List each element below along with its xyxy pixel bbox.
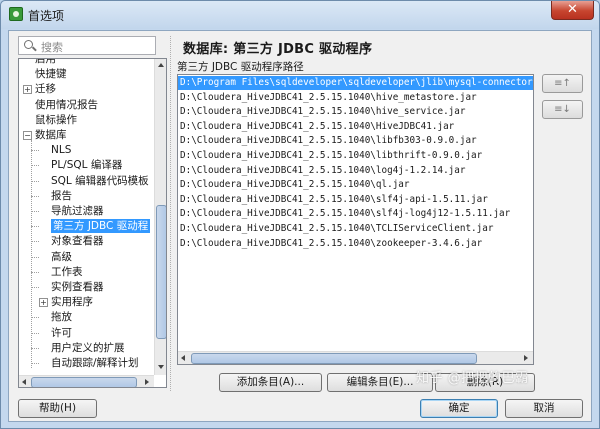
tree-item[interactable]: 使用情况报告 [35,98,98,112]
driver-path-item[interactable]: D:\Cloudera_HiveJDBC41_2.5.15.1040\log4j… [180,164,465,178]
tree-item[interactable]: 报告 [51,189,72,203]
driver-path-item[interactable]: D:\Cloudera_HiveJDBC41_2.5.15.1040\slf4j… [180,193,488,207]
watermark-text: 知乎 @把把的巴霸 [416,371,529,386]
preferences-tree[interactable]: 启用 快捷键 + 迁移 使用情况报告 鼠标操作 − 数据库 NLS PL/SQL 编译器 SQL 编… [18,58,167,388]
pane-splitter[interactable] [170,36,171,391]
driver-path-list[interactable]: D:\Program Files\sqldeveloper\sqldevelop… [177,74,534,365]
tree-connector [31,226,39,228]
driver-path-item[interactable]: D:\Cloudera_HiveJDBC41_2.5.15.1040\libfb… [180,134,477,148]
tree-item[interactable]: 拖放 [51,310,72,324]
tree-item[interactable]: 数据库 [35,128,67,142]
tree-item[interactable]: 鼠标操作 [35,113,77,127]
window-title: 首选项 [28,9,65,23]
tree-connector [31,256,39,258]
title-bar[interactable]: 首选项 ✕ [1,1,599,29]
driver-path-item[interactable]: D:\Cloudera_HiveJDBC41_2.5.15.1040\ql.ja… [180,178,410,192]
search-icon [24,40,33,49]
tree-connector [31,195,39,197]
preferences-dialog: 首选项 ✕ 搜索 启用 快捷键 + 迁移 使用情况报告 鼠标操作 − 数据库 NLS PL/SQL… [0,0,600,429]
scroll-left-icon[interactable] [22,379,26,385]
tree-item[interactable]: 高级 [51,250,72,264]
scroll-left-icon[interactable] [181,355,185,361]
dialog-body: 搜索 启用 快捷键 + 迁移 使用情况报告 鼠标操作 − 数据库 NLS PL/SQL 编译器 SQ… [8,30,592,422]
driver-path-item[interactable]: D:\Cloudera_HiveJDBC41_2.5.15.1040\libth… [180,149,482,163]
cancel-button[interactable]: 取消 [505,399,583,418]
tree-scroll-thumb[interactable] [156,205,166,339]
driver-path-item[interactable]: D:\Cloudera_HiveJDBC41_2.5.15.1040\hive_… [180,105,465,119]
list-horizontal-scrollbar[interactable] [178,351,533,364]
tree-item[interactable]: 工作表 [51,265,83,279]
tree-item[interactable]: 第三方 JDBC 驱动程 [51,219,151,234]
scroll-right-icon[interactable] [145,379,149,385]
tree-expander-icon[interactable]: + [23,85,32,95]
scroll-right-icon[interactable] [524,355,528,361]
tree-connector [31,150,39,152]
tree-item[interactable]: SQL 编辑器代码模板 [51,174,149,188]
close-button[interactable]: ✕ [551,1,594,20]
ok-button[interactable]: 确定 [420,399,498,418]
page-title: 数据库: 第三方 JDBC 驱动程序 [183,42,373,57]
tree-connector [31,271,39,273]
app-icon [9,7,23,21]
tree-horizontal-scrollbar[interactable] [19,375,154,387]
move-up-button[interactable]: ≡↑ [542,74,583,93]
tree-connector [31,241,39,243]
search-placeholder: 搜索 [41,41,63,54]
add-entry-button[interactable]: 添加条目(A)... [219,373,322,392]
move-down-button[interactable]: ≡↓ [542,100,583,119]
driver-path-item[interactable]: D:\Cloudera_HiveJDBC41_2.5.15.1040\TCLIS… [180,222,493,236]
scroll-down-icon[interactable] [158,365,164,369]
tree-connector [31,165,39,167]
tree-item[interactable]: NLS [51,143,71,157]
tree-item[interactable]: 导航过滤器 [51,204,104,218]
driver-path-item[interactable]: D:\Program Files\sqldeveloper\sqldevelop… [178,76,533,90]
tree-item[interactable]: 实用程序 [51,295,93,309]
tree-connector [31,317,39,319]
search-input[interactable]: 搜索 [18,36,156,55]
driver-path-item[interactable]: D:\Cloudera_HiveJDBC41_2.5.15.1040\slf4j… [180,207,510,221]
tree-item[interactable]: PL/SQL 编译器 [51,158,122,172]
tree-vertical-scrollbar[interactable] [154,59,166,375]
tree-item[interactable]: 用户定义的扩展 [51,341,125,355]
list-hscroll-thumb[interactable] [191,353,477,364]
scroll-up-icon[interactable] [158,63,164,67]
tree-connector [31,140,32,369]
tree-connector [31,347,39,349]
tree-connector [31,180,39,182]
tree-item[interactable]: 启用 [35,59,56,66]
tree-item[interactable]: 快捷键 [35,67,67,81]
tree-item[interactable]: 许可 [51,326,72,340]
driver-path-item[interactable]: D:\Cloudera_HiveJDBC41_2.5.15.1040\hive_… [180,91,477,105]
driver-path-item[interactable]: D:\Cloudera_HiveJDBC41_2.5.15.1040\zooke… [180,237,482,251]
tree-connector [31,211,39,212]
tree-connector [31,287,39,288]
tree-item[interactable]: 对象查看器 [51,234,104,248]
tree-item[interactable]: 迁移 [35,82,56,96]
tree-expander-icon[interactable]: + [39,298,48,308]
driver-path-label: 第三方 JDBC 驱动程序路径 [177,61,304,73]
driver-path-item[interactable]: D:\Cloudera_HiveJDBC41_2.5.15.1040\HiveJ… [180,120,454,134]
tree-connector [31,332,39,334]
tree-item[interactable]: 自动跟踪/解释计划 [51,356,139,370]
tree-expander-icon[interactable]: − [23,131,32,140]
tree-connector [31,363,39,364]
help-button[interactable]: 帮助(H) [18,399,97,418]
tree-hscroll-thumb[interactable] [31,377,137,387]
tree-item[interactable]: 实例查看器 [51,280,104,294]
